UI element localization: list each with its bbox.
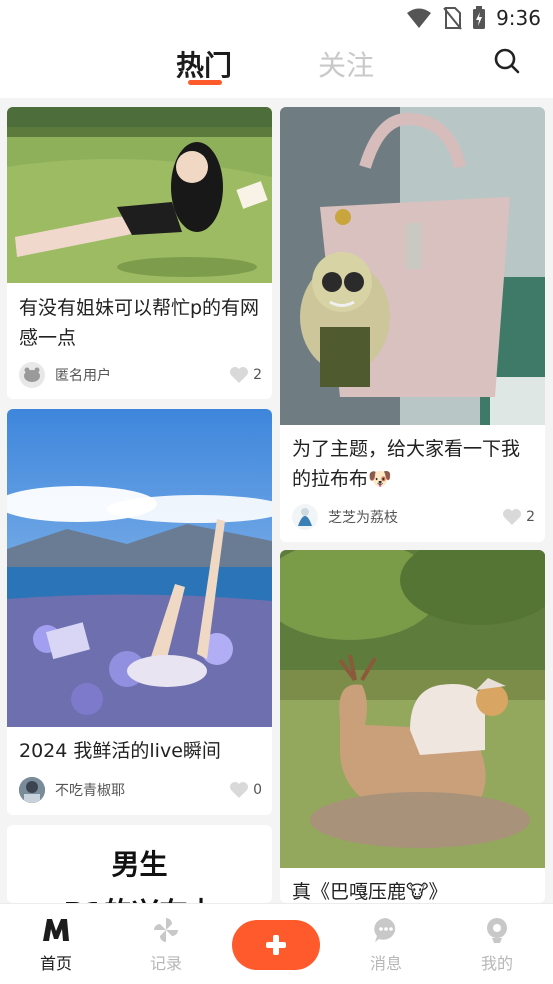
heart-icon [230, 782, 249, 798]
status-icons: 9:36 [406, 6, 541, 30]
status-time: 9:36 [496, 6, 541, 30]
post-card[interactable]: 真《巴嘎压鹿🐮》 [280, 550, 545, 903]
bottom-navigation: 首页 记录 消息 我的 [0, 903, 553, 984]
post-cover-subtitle: P1的兴在占 [7, 891, 272, 903]
avatar[interactable] [19, 777, 45, 803]
post-cover-title: 男生 [111, 848, 168, 881]
avatar[interactable] [19, 362, 45, 388]
post-card[interactable]: 男生 P1的兴在占 [7, 825, 272, 903]
post-title: 有没有姐妹可以帮忙p的有网感一点 [19, 297, 260, 349]
chat-icon [374, 918, 396, 942]
post-card[interactable]: 有没有姐妹可以帮忙p的有网感一点 匿名用户 2 [7, 107, 272, 399]
post-title: 为了主题，给大家看一下我的拉布布🐶 [292, 438, 521, 490]
heart-icon [230, 367, 249, 383]
search-icon [494, 48, 520, 74]
author-name[interactable]: 不吃青椒耶 [55, 780, 229, 800]
nav-messages[interactable]: 消息 [356, 916, 416, 974]
tab-hot[interactable]: 热门 [176, 44, 232, 84]
tab-following[interactable]: 关注 [318, 44, 374, 84]
post-image [7, 409, 272, 727]
no-sim-icon [443, 7, 462, 30]
post-card[interactable]: 为了主题，给大家看一下我的拉布布🐶 芝芝为荔枝 2 [280, 107, 545, 542]
like-count: 2 [253, 367, 262, 383]
nav-profile[interactable]: 我的 [467, 916, 527, 974]
author-name[interactable]: 匿名用户 [55, 365, 229, 385]
like-button[interactable]: 0 [229, 781, 262, 799]
search-button[interactable] [490, 44, 524, 78]
status-bar: 9:36 [0, 0, 553, 38]
post-card[interactable]: 2024 我鲜活的live瞬间 不吃青椒耶 0 [7, 409, 272, 815]
add-post-button[interactable] [232, 920, 320, 970]
avatar-image [19, 777, 45, 803]
m-logo-icon [43, 919, 69, 941]
avatar[interactable] [292, 504, 318, 530]
battery-charging-icon [473, 6, 486, 29]
active-tab-indicator [188, 80, 222, 85]
like-count: 2 [526, 509, 535, 525]
post-meta: 芝芝为荔枝 2 [292, 503, 535, 531]
post-image [7, 107, 272, 283]
post-image [280, 107, 545, 425]
profile-icon [487, 918, 507, 943]
nav-home[interactable]: 首页 [26, 916, 86, 974]
pinwheel-icon [154, 918, 178, 942]
nav-home-label: 首页 [39, 954, 72, 973]
like-button[interactable]: 2 [229, 366, 262, 384]
plus-icon [266, 935, 286, 955]
post-meta: 匿名用户 2 [19, 361, 262, 389]
heart-icon [503, 509, 522, 525]
author-name[interactable]: 芝芝为荔枝 [328, 507, 502, 527]
post-meta: 不吃青椒耶 0 [19, 776, 262, 804]
avatar-image [292, 504, 318, 530]
nav-records[interactable]: 记录 [136, 916, 196, 974]
nav-messages-label: 消息 [369, 954, 402, 973]
nav-records-label: 记录 [149, 954, 182, 973]
top-navigation: 热门 关注 [0, 38, 553, 98]
like-count: 0 [253, 782, 262, 798]
wifi-icon [407, 8, 432, 28]
anonymous-avatar-icon [24, 367, 40, 382]
nav-profile-label: 我的 [480, 954, 513, 973]
post-title: 2024 我鲜活的live瞬间 [19, 740, 221, 762]
like-button[interactable]: 2 [502, 508, 535, 526]
post-image [280, 550, 545, 868]
post-title: 真《巴嘎压鹿🐮》 [292, 881, 448, 903]
